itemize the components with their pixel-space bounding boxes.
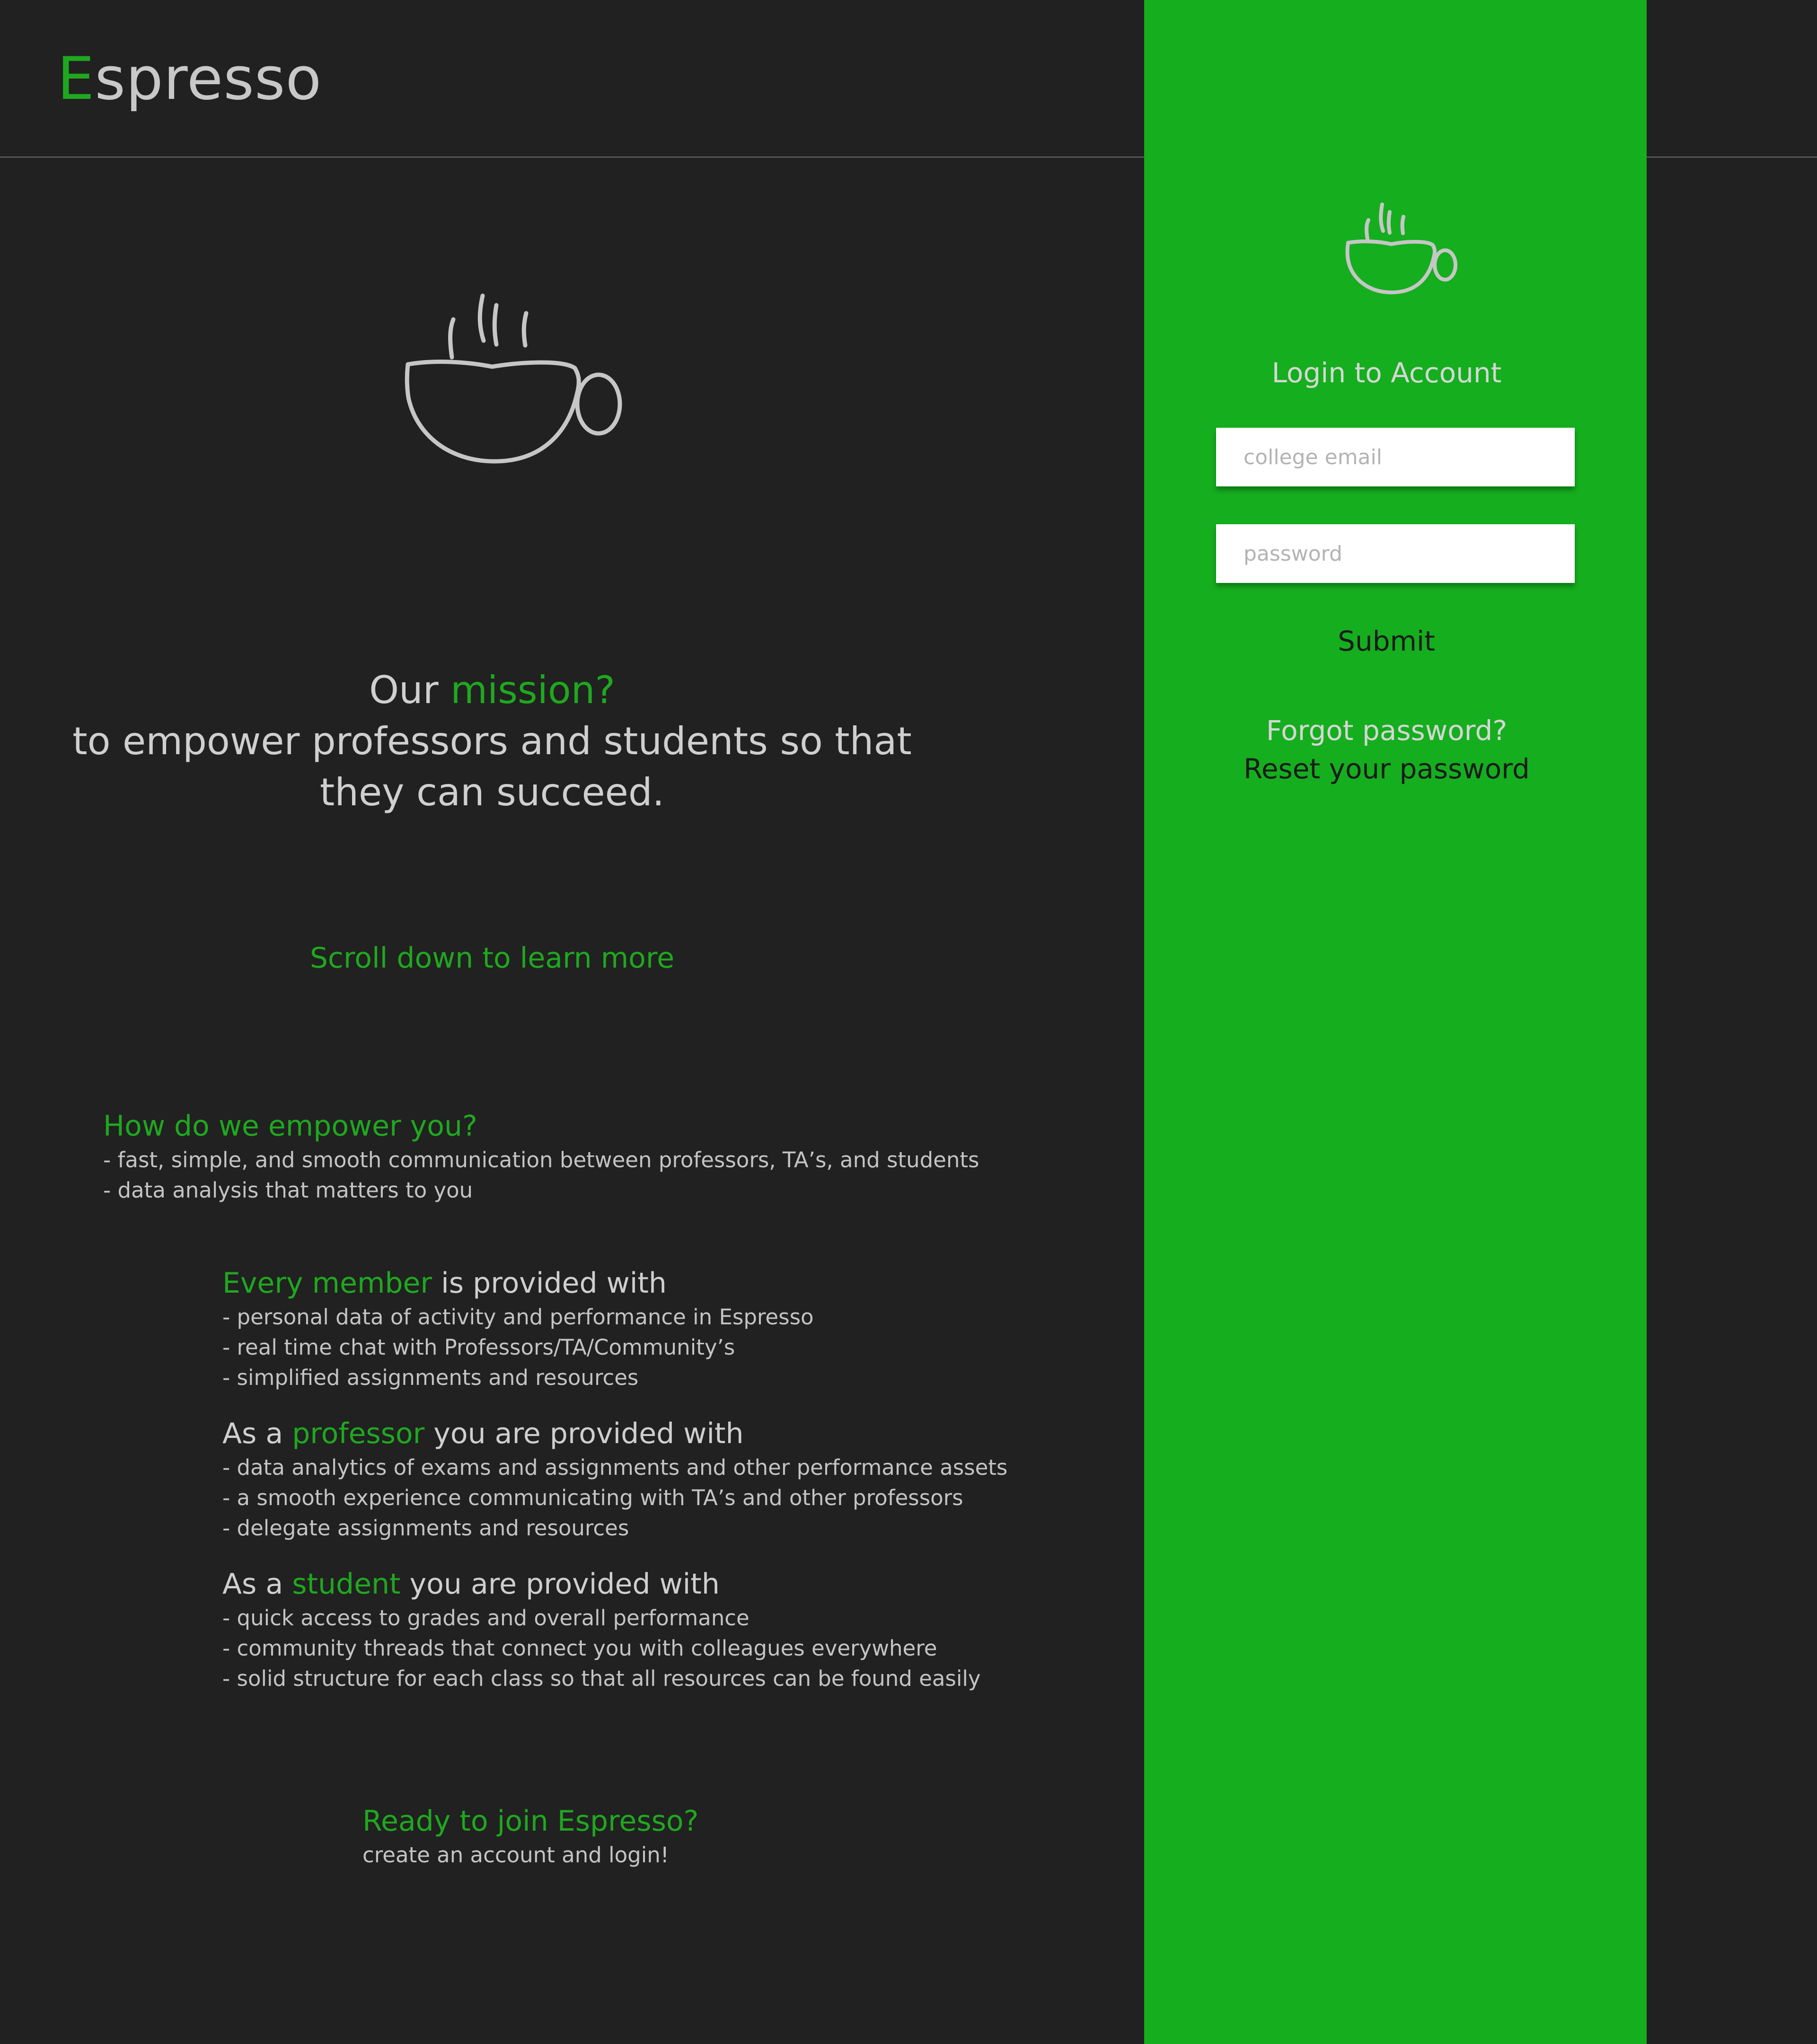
role-item: - data analytics of exams and assignment… (222, 1455, 1008, 1480)
role-member: Every member is provided with - personal… (222, 1264, 1007, 1393)
role-heading: As a student you are provided with (222, 1565, 1007, 1603)
password-field[interactable] (1216, 524, 1575, 583)
empower-item: - data analysis that matters to you (103, 1178, 473, 1203)
role-professor: As a professor you are provided with - d… (222, 1415, 1007, 1543)
coffee-cup-icon (1345, 203, 1457, 294)
submit-button[interactable]: Submit (1278, 620, 1495, 662)
mission-highlight: mission? (450, 668, 615, 712)
role-item: - a smooth experience communicating with… (222, 1485, 963, 1510)
logo-initial: E (57, 45, 95, 113)
roles-section: Every member is provided with - personal… (222, 1264, 1007, 1716)
login-title: Login to Account (1271, 357, 1502, 389)
empower-section: How do we empower you? - fast, simple, a… (103, 1107, 979, 1206)
join-section: Ready to join Espresso? create an accoun… (362, 1802, 698, 1870)
role-item: - simplified assignments and resources (222, 1365, 639, 1390)
role-item: - community threads that connect you wit… (222, 1636, 937, 1661)
role-prefix: As a (222, 1417, 292, 1450)
empower-item: - fast, simple, and smooth communication… (103, 1147, 979, 1172)
forgot-password-label: Forgot password? (1266, 714, 1508, 747)
role-highlight: professor (292, 1417, 425, 1450)
app-logo[interactable]: Espresso (57, 44, 322, 115)
role-heading: As a professor you are provided with (222, 1415, 1007, 1453)
role-highlight: student (292, 1568, 401, 1601)
join-subtext: create an account and login! (362, 1842, 669, 1868)
role-item: - delegate assignments and resources (222, 1515, 629, 1541)
logo-text: spresso (95, 45, 322, 113)
login-panel (1144, 0, 1647, 2044)
role-item: - personal data of activity and performa… (222, 1304, 814, 1330)
coffee-cup-icon (405, 293, 622, 464)
mission-line-2: to empower professors and students so th… (72, 719, 912, 763)
role-heading: Every member is provided with (222, 1264, 1007, 1302)
scroll-hint: Scroll down to learn more (309, 942, 675, 975)
join-heading: Ready to join Espresso? (362, 1805, 699, 1838)
role-highlight: Every member (222, 1267, 432, 1300)
role-item: - solid structure for each class so that… (222, 1666, 981, 1691)
role-prefix: As a (222, 1568, 292, 1601)
mission-prefix: Our (369, 668, 439, 712)
role-student: As a student you are provided with - qui… (222, 1565, 1007, 1694)
role-item: - quick access to grades and overall per… (222, 1605, 750, 1630)
empower-heading: How do we empower you? (103, 1110, 477, 1143)
mission-line-3: they can succeed. (319, 770, 665, 814)
role-suffix: you are provided with (424, 1417, 744, 1450)
role-item: - real time chat with Professors/TA/Comm… (222, 1335, 735, 1360)
email-field[interactable] (1216, 428, 1575, 486)
mission-line-1: Our mission? (57, 665, 927, 716)
reset-password-link[interactable]: Reset your password (1144, 750, 1629, 788)
mission-statement: Our mission? to empower professors and s… (57, 665, 927, 818)
role-suffix: you are provided with (400, 1568, 720, 1601)
role-suffix: is provided with (432, 1267, 667, 1300)
